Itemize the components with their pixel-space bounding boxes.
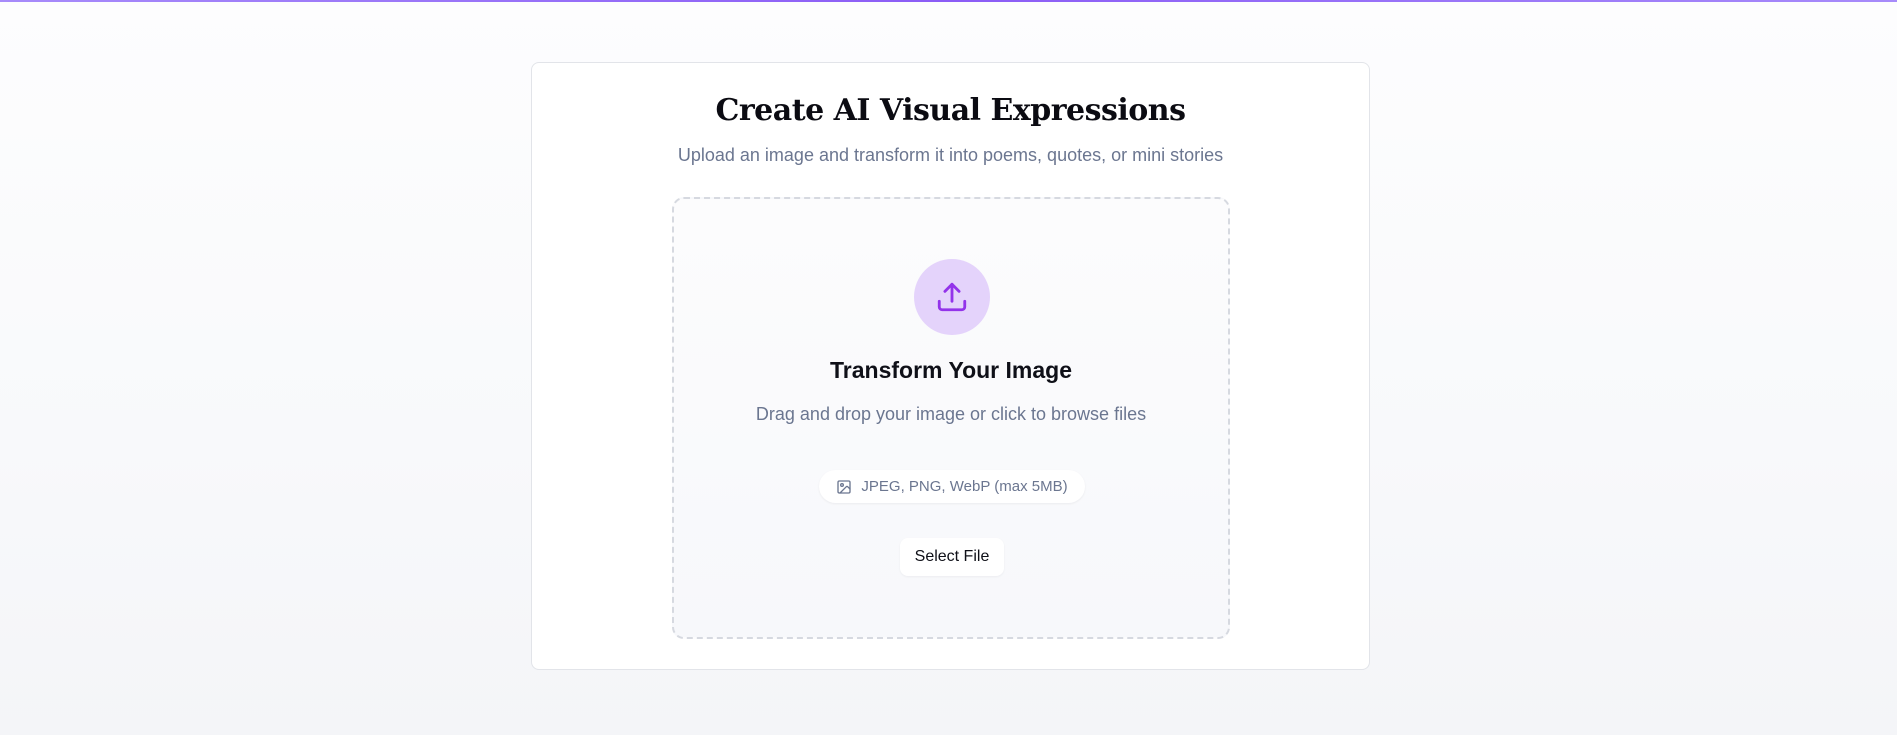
supported-formats-badge: JPEG, PNG, WebP (max 5MB) <box>819 470 1085 503</box>
upload-card: Create AI Visual Expressions Upload an i… <box>531 62 1370 670</box>
image-dropzone[interactable]: Transform Your Image Drag and drop your … <box>672 197 1230 639</box>
image-icon <box>836 479 852 495</box>
page-subtitle: Upload an image and transform it into po… <box>677 145 1224 165</box>
supported-formats-text: JPEG, PNG, WebP (max 5MB) <box>861 478 1068 495</box>
top-accent-bar <box>0 0 1897 2</box>
upload-icon <box>914 259 990 335</box>
dropzone-title: Transform Your Image <box>830 357 1072 383</box>
page-title: Create AI Visual Expressions <box>715 93 1186 128</box>
dropzone-description: Drag and drop your image or click to bro… <box>755 404 1147 424</box>
select-file-button[interactable]: Select File <box>900 538 1004 576</box>
